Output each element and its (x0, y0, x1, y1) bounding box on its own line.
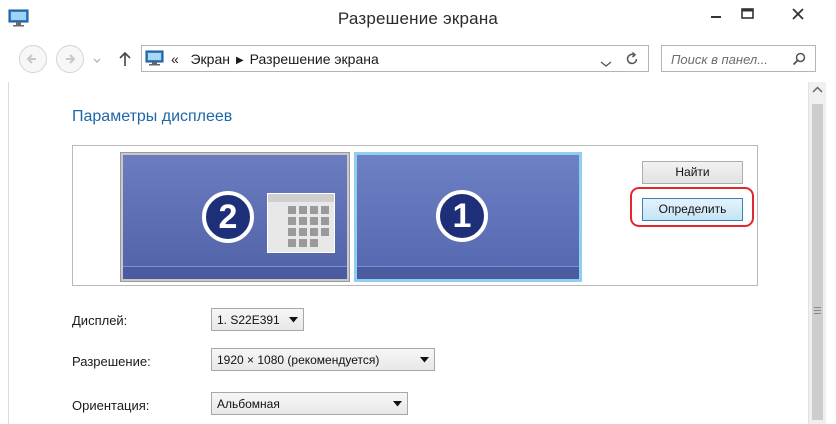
resolution-select-value: 1920 × 1080 (рекомендуется) (217, 353, 380, 367)
display-select-value: 1. S22E391 (217, 313, 280, 327)
back-button[interactable] (19, 45, 47, 73)
maximize-button[interactable] (731, 0, 775, 30)
monitor-2[interactable]: 2 (120, 152, 350, 282)
search-icon[interactable] (792, 52, 806, 66)
chevron-down-icon (289, 317, 298, 323)
refresh-icon (626, 51, 638, 65)
breadcrumb-overflow[interactable]: « (171, 51, 179, 67)
display-label: Дисплей: (72, 313, 128, 328)
address-bar[interactable]: « Экран ▶ Разрешение экрана (141, 45, 649, 72)
up-button[interactable] (117, 50, 133, 68)
resolution-select[interactable]: 1920 × 1080 (рекомендуется) (211, 348, 435, 371)
chevron-down-icon (600, 61, 612, 67)
refresh-button[interactable] (624, 51, 640, 67)
vertical-scrollbar[interactable] (808, 82, 826, 424)
breadcrumb-item-resolution[interactable]: Разрешение экрана (250, 51, 379, 67)
search-placeholder: Поиск в панел... (671, 52, 769, 67)
scrollbar-thumb[interactable] (812, 104, 823, 420)
display-select[interactable]: 1. S22E391 (211, 308, 304, 331)
search-input[interactable]: Поиск в панел... (661, 45, 816, 72)
breadcrumb-item-screen[interactable]: Экран (190, 51, 230, 67)
monitor-taskbar (123, 266, 347, 279)
up-arrow-icon (119, 51, 131, 66)
navigation-bar: « Экран ▶ Разрешение экрана Поиск в панел.… (0, 42, 836, 80)
find-button[interactable]: Найти (642, 161, 743, 184)
start-screen-icon (267, 193, 335, 253)
monitor-number-badge: 2 (202, 191, 254, 243)
chevron-down-icon (93, 58, 101, 63)
recent-locations-dropdown[interactable] (92, 52, 102, 63)
orientation-select-value: Альбомная (217, 397, 280, 411)
breadcrumb-separator-icon[interactable]: ▶ (236, 55, 244, 66)
chevron-down-icon (420, 357, 429, 363)
monitor-taskbar (357, 266, 579, 279)
orientation-label: Ориентация: (72, 398, 150, 413)
forward-arrow-icon (66, 54, 76, 64)
forward-button[interactable] (56, 45, 84, 73)
identify-button[interactable]: Определить (642, 198, 743, 221)
resolution-label: Разрешение: (72, 354, 151, 369)
breadcrumb: « Экран ▶ Разрешение экрана (171, 51, 379, 67)
close-button[interactable] (770, 0, 828, 30)
content-divider (8, 82, 9, 424)
monitor-number-badge: 1 (436, 190, 488, 242)
chevron-down-icon (393, 401, 402, 407)
control-panel-icon (145, 50, 165, 66)
back-arrow-icon (26, 54, 36, 64)
orientation-select[interactable]: Альбомная (211, 392, 408, 415)
display-arrangement-panel: 2 1 Найти Определить (72, 145, 758, 286)
title-bar: Разрешение экрана (0, 0, 836, 40)
address-history-dropdown[interactable] (600, 55, 612, 67)
monitor-1[interactable]: 1 (354, 152, 582, 282)
scroll-up-icon[interactable] (812, 86, 823, 93)
grip-icon (814, 307, 821, 314)
section-title: Параметры дисплеев (72, 108, 233, 125)
